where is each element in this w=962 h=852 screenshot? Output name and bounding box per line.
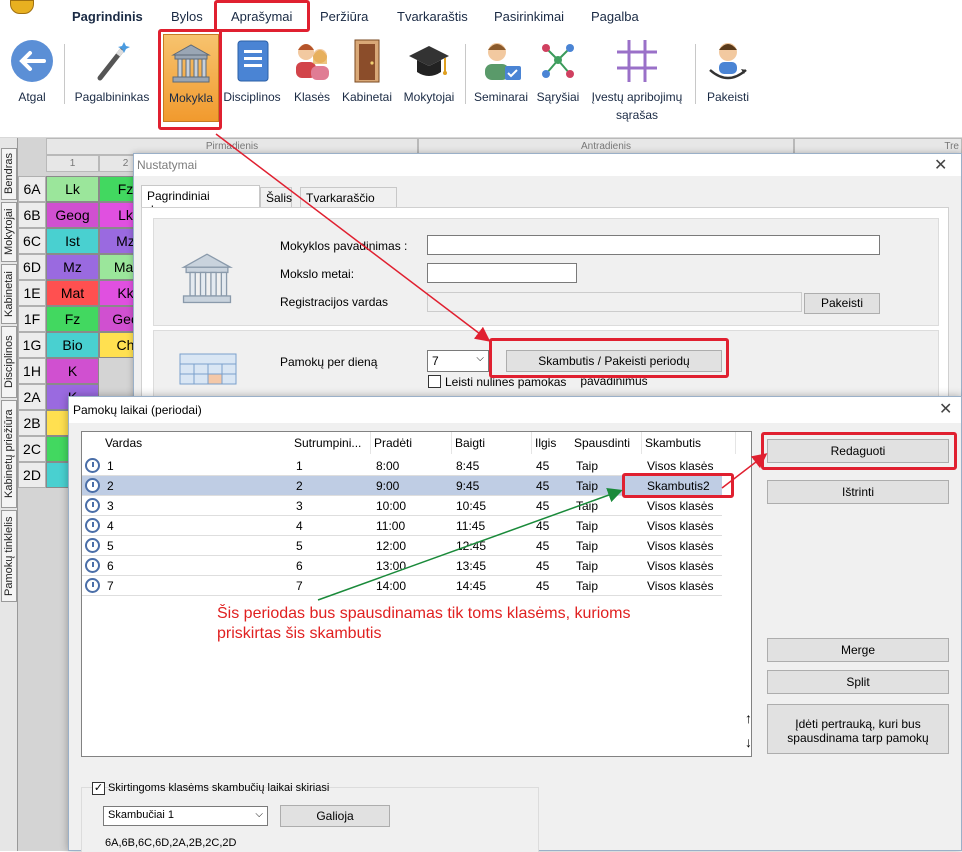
annotation-arrows: [215, 133, 768, 601]
arrow-bell-to-edit: [721, 453, 768, 489]
arrow-note-to-bell: [317, 488, 623, 601]
arrow-mokykla-to-button: [215, 133, 491, 342]
